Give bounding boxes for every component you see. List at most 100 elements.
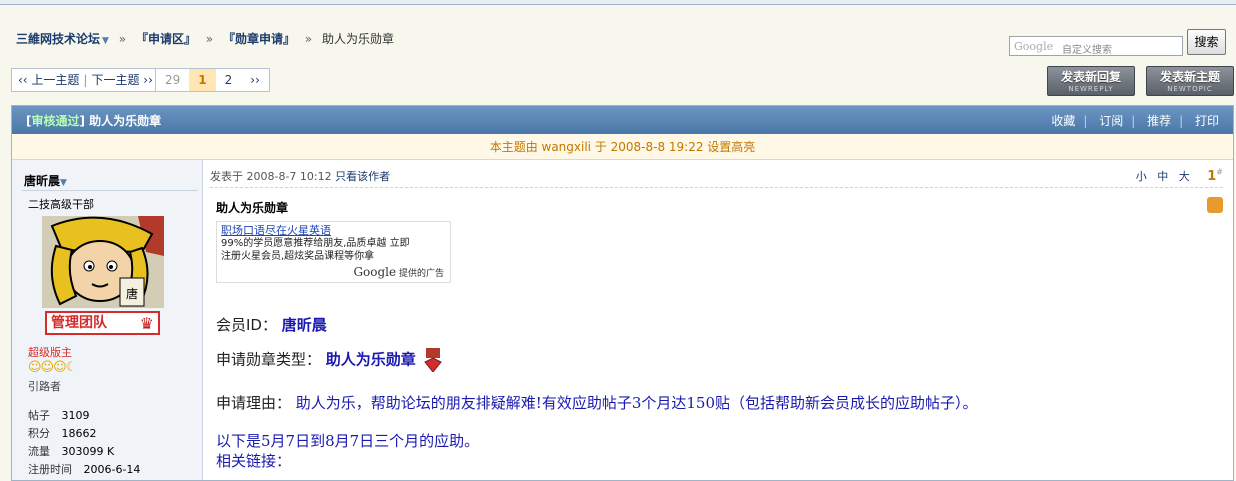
chevron-down-icon: ▼ — [60, 178, 67, 188]
stat-label: 积分 — [28, 427, 50, 440]
status-tag[interactable]: 审核通过 — [31, 114, 79, 128]
avatar[interactable]: 唐 — [42, 216, 164, 308]
new-reply-button[interactable]: 发表新回复 NEWREPLY — [1047, 66, 1135, 96]
crown-icon: ♛ — [139, 314, 154, 333]
reason-line: 申请理由： 助人为乐，帮助论坛的朋友排疑解难!有效应助帖子3个月达150贴（包括… — [216, 392, 978, 413]
highlight-notice: 本主题由 wangxili 于 2008-8-8 19:22 设置高亮 — [12, 134, 1233, 160]
subscribe-link[interactable]: 订阅 — [1099, 114, 1123, 128]
ad-text: 99%的学员愿意推荐给朋友,品质卓越 立即 — [221, 238, 410, 249]
thread-container: [审核通过] 助人为乐勋章 收藏 | 订阅 | 推荐 | 打印 本主题由 wangxi… — [11, 105, 1234, 481]
font-small-link[interactable]: 小 — [1136, 170, 1147, 183]
author-only-link[interactable]: 只看该作者 — [335, 170, 390, 183]
new-topic-label: 发表新主题 — [1159, 70, 1220, 84]
post-title: 助人为乐勋章 — [216, 201, 289, 215]
breadcrumb-separator: » — [304, 32, 313, 46]
medal-type-label: 申请勋章类型： — [216, 350, 322, 369]
thread-title: [审核通过] 助人为乐勋章 — [26, 113, 162, 128]
stat-value: 18662 — [61, 427, 97, 440]
medal-type-line: 申请勋章类型： 助人为乐勋章 — [216, 348, 443, 373]
font-large-link[interactable]: 大 — [1179, 170, 1190, 183]
ad-brand-suffix: 提供的广告 — [398, 269, 444, 279]
user-panel: 唐昕晨▼ 二技高级干部 唐 管理团队 ♛ 超级版主 ☺☺☺☾ 引路者 帖子 31… — [12, 160, 203, 480]
breadcrumb-current: 助人为乐勋章 — [321, 32, 394, 46]
user-title: 二技高级干部 — [28, 198, 94, 211]
team-badge-text: 管理团队 — [51, 315, 107, 331]
breadcrumb-subsection[interactable]: 『勋章申请』 — [223, 32, 295, 46]
recommend-link[interactable]: 推荐 — [1147, 114, 1171, 128]
links-line: 相关链接： — [216, 450, 291, 471]
new-topic-button[interactable]: 发表新主题 NEWTOPIC — [1146, 66, 1234, 96]
post-panel: 发表于 2008-8-7 10:12 只看该作者 小 中 大 1# 助人为乐勋章… — [204, 160, 1233, 480]
user-stats: 帖子 3109 积分 18662 流量 303099 K 注册时间 2006-6… — [28, 407, 140, 479]
ad-text: 注册火星会员,超炫奖品课程等你拿 — [221, 251, 375, 262]
post-date: 发表于 2008-8-7 10:12 — [210, 170, 332, 183]
floor-sup: # — [1216, 168, 1223, 177]
medal-type-value: 助人为乐勋章 — [325, 350, 416, 369]
username[interactable]: 唐昕晨▼ — [24, 172, 67, 189]
ad-brand: Google 提供的广告 — [353, 265, 444, 279]
page-link[interactable]: 29 — [156, 69, 189, 91]
chevron-down-icon[interactable]: ▼ — [102, 36, 109, 46]
breadcrumb-separator: » — [118, 32, 127, 46]
stat-row: 流量 303099 K — [28, 443, 140, 461]
font-medium-link[interactable]: 中 — [1157, 170, 1168, 183]
google-logo: Google — [1014, 40, 1054, 53]
rank-stars-icon: ☺☺☺☾ — [28, 360, 77, 375]
stat-value: 303099 K — [61, 445, 115, 458]
medal-icon — [423, 348, 443, 373]
stat-label: 流量 — [28, 445, 50, 458]
next-topic-link[interactable]: 下一主题 ›› — [91, 73, 152, 87]
divider: | — [83, 73, 88, 87]
page-link[interactable]: 2 — [216, 69, 242, 91]
thread-header: [审核通过] 助人为乐勋章 收藏 | 订阅 | 推荐 | 打印 — [12, 106, 1233, 134]
topic-nav: ‹‹ 上一主题 | 下一主题 ›› — [11, 68, 160, 92]
member-id-line: 会员ID： 唐昕晨 — [216, 314, 327, 335]
pagination: 29 1 2 ›› — [155, 68, 270, 92]
stat-row: 注册时间 2006-6-14 — [28, 461, 140, 479]
top-border — [0, 0, 1236, 5]
favorite-link[interactable]: 收藏 — [1051, 114, 1075, 128]
svg-text:唐: 唐 — [126, 286, 138, 301]
thread-ops: 收藏 | 订阅 | 推荐 | 打印 — [1051, 113, 1219, 128]
divider — [210, 187, 1223, 188]
page-current: 1 — [189, 69, 216, 91]
reason-label: 申请理由： — [216, 394, 292, 412]
user-rank: 超级版主 — [28, 346, 72, 359]
search-button[interactable]: 搜索 — [1187, 29, 1226, 55]
search-placeholder: 自定义搜索 — [1062, 45, 1112, 56]
page-next[interactable]: ›› — [241, 69, 269, 91]
breadcrumb-section[interactable]: 『申请区』 — [136, 32, 196, 46]
stat-value: 3109 — [61, 409, 90, 422]
links-text: 相关链接： — [216, 452, 292, 470]
period-line: 以下是5月7日到8月7日三个月的应助。 — [216, 430, 479, 451]
breadcrumb-separator: » — [205, 32, 214, 46]
breadcrumb-forum[interactable]: 三維网技术论坛 — [16, 32, 100, 46]
ad-brand-logo: Google — [353, 265, 397, 279]
ad-headline[interactable]: 职场口语尽在火星英语 — [221, 224, 446, 237]
post-tools: 小 中 大 1# — [1129, 168, 1223, 184]
thumbs-up-icon[interactable] — [1207, 197, 1223, 213]
print-link[interactable]: 打印 — [1195, 114, 1219, 128]
user-subrank: 引路者 — [28, 380, 61, 393]
new-reply-sublabel: NEWREPLY — [1068, 85, 1114, 93]
floor-number: 1# — [1200, 168, 1223, 185]
period-text: 以下是5月7日到8月7日三个月的应助。 — [216, 432, 480, 450]
stat-label: 帖子 — [28, 409, 50, 422]
username-text: 唐昕晨 — [24, 174, 61, 188]
search-input[interactable]: Google 自定义搜索 — [1009, 36, 1183, 56]
stat-value: 2006-6-14 — [83, 463, 141, 476]
member-id-label: 会员ID： — [216, 316, 277, 334]
thread-title-text: 助人为乐勋章 — [89, 113, 162, 128]
new-topic-sublabel: NEWTOPIC — [1167, 85, 1213, 93]
floor-value: 1 — [1207, 169, 1217, 185]
reason-value: 助人为乐，帮助论坛的朋友排疑解难!有效应助帖子3个月达150贴（包括帮助新会员成… — [295, 394, 978, 412]
team-badge: 管理团队 ♛ — [45, 311, 160, 335]
member-id-value: 唐昕晨 — [281, 316, 327, 334]
stat-label: 注册时间 — [28, 463, 72, 476]
new-reply-label: 发表新回复 — [1060, 70, 1121, 84]
breadcrumb: 三維网技术论坛 ▼ » 『申请区』 » 『勋章申请』 » 助人为乐勋章 — [16, 30, 394, 47]
prev-topic-link[interactable]: ‹‹ 上一主题 — [18, 73, 79, 87]
stat-row: 帖子 3109 — [28, 407, 140, 425]
google-ad[interactable]: 职场口语尽在火星英语 99%的学员愿意推荐给朋友,品质卓越 立即 注册火星会员,… — [216, 221, 451, 283]
divider — [22, 190, 198, 191]
